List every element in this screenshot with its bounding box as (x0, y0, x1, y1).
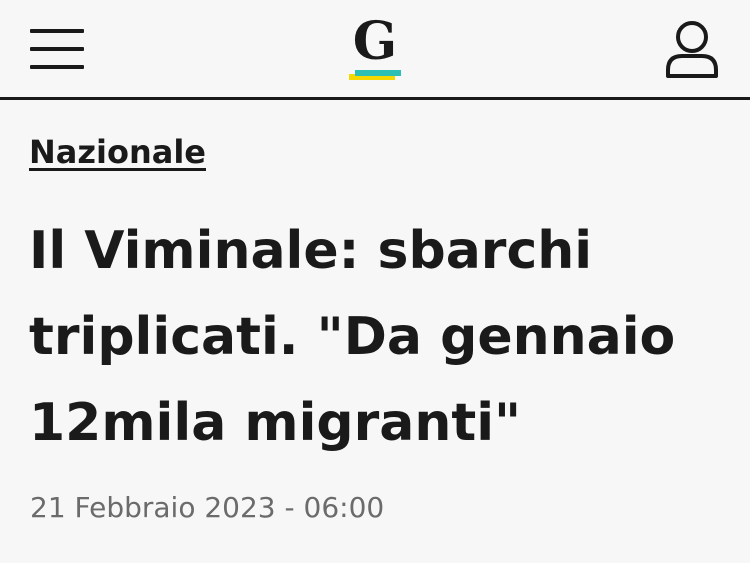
menu-line (30, 47, 84, 51)
hamburger-menu-icon[interactable] (30, 26, 84, 72)
menu-line (30, 65, 84, 69)
logo-letter: G (352, 11, 398, 72)
user-icon-graphic (666, 21, 718, 78)
article-headline: Il Viminale: sbarchi triplicati. "Da gen… (29, 221, 676, 453)
menu-line (30, 29, 84, 33)
user-account-icon[interactable] (664, 18, 720, 80)
article-date: 21 Febbraio 2023 - 06:00 (30, 491, 385, 524)
section-link-nazionale[interactable]: Nazionale (29, 130, 206, 174)
top-header: G (0, 0, 750, 100)
site-logo[interactable]: G (343, 14, 407, 86)
logo-teal-bar (355, 70, 401, 76)
